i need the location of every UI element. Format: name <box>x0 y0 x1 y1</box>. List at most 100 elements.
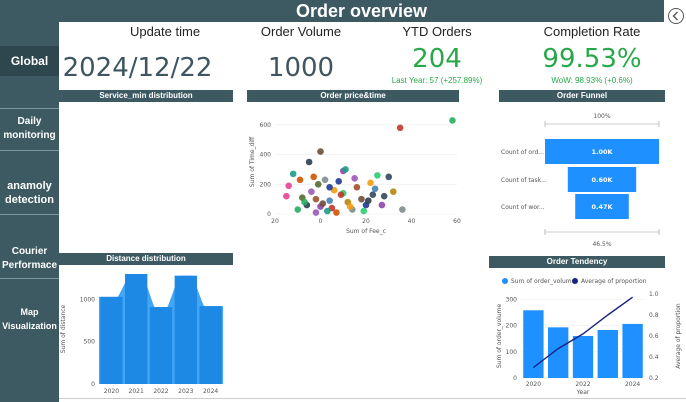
scatter-point <box>333 209 340 216</box>
kpi-update-time-value: 2024/12/22 <box>62 53 213 83</box>
tendency-y2-tick: 0.8 <box>649 312 659 319</box>
kpi-ytd-orders-comparison: Last Year: 57 (+257.89%) <box>391 76 483 85</box>
tendency-x-tick: 2024 <box>625 381 640 388</box>
scatter-point <box>346 203 354 210</box>
distance-bar <box>100 296 123 384</box>
tendency-bar <box>548 327 569 378</box>
scatter-x-tick: 0 <box>319 218 323 225</box>
scatter-point <box>294 206 302 213</box>
scatter-point <box>326 197 333 204</box>
kpi-order-volume-value: 1000 <box>267 53 335 83</box>
scatter-x-label: Sum of Fee_c <box>346 228 386 235</box>
tendency-y2-tick: 0.2 <box>649 375 659 382</box>
scatter-x-tick: 40 <box>408 218 416 225</box>
tendency-bar <box>622 323 643 378</box>
kpi-completion-rate-label: Completion Rate <box>543 24 641 39</box>
scatter-point <box>319 200 327 207</box>
scatter-x-tick: 20 <box>362 218 370 225</box>
distance-x-tick: 2020 <box>104 388 119 395</box>
tendency-y2-tick: 0.4 <box>649 354 659 361</box>
scatter-point <box>358 195 365 203</box>
order-funnel-chart: 100% 1.00K Count of ord... 0.60K Count of ta… <box>501 113 660 248</box>
order-price-time-scatter: 020040060020 0 20 40 60Sum of Fee_cSum of Ti… <box>249 117 461 235</box>
sidebar-item-daily-monitoring[interactable]: Daily monitoring <box>0 112 59 146</box>
sidebar-item-label: Global <box>10 54 49 68</box>
scatter-point <box>321 176 329 184</box>
scatter-point <box>367 179 374 187</box>
scatter-x-tick: 60 <box>453 218 461 225</box>
scatter-point <box>289 170 297 178</box>
tendency-y-tick: 100 <box>506 349 518 356</box>
sidebar-divider <box>0 278 59 279</box>
sidebar-divider <box>0 214 59 215</box>
funnel-top-label: 100% <box>593 113 610 120</box>
scatter-point <box>380 192 388 200</box>
tendency-y-label: Sum of order_volume <box>496 304 503 369</box>
sidebar-item-courier-performance[interactable]: Courier Performace <box>0 244 59 274</box>
distance-distribution-chart: 0 500 1000 Sum of distance 2020 2021 2022 2023 2… <box>60 274 223 395</box>
scatter-point <box>317 148 324 155</box>
tendency-x-tick: 2020 <box>526 381 541 388</box>
scatter-point <box>337 191 345 198</box>
scatter-point <box>310 173 317 181</box>
kpi-order-volume-label: Order Volume <box>260 24 342 39</box>
distance-x-tick: 2022 <box>153 388 168 395</box>
tendency-x-label: Year <box>576 389 590 396</box>
scatter-point <box>369 191 377 198</box>
distance-bar <box>149 307 173 384</box>
scatter-point <box>374 172 381 179</box>
sidebar-item-map-visualization[interactable]: Map Visualization <box>0 304 59 334</box>
distance-bar <box>125 274 148 384</box>
scatter-point <box>326 183 333 191</box>
kpi-ytd-orders-label: YTD Orders <box>402 24 472 39</box>
chevron-left-icon <box>672 11 678 21</box>
order-tendency-chart: Sum of order_volume Average of proportion… <box>496 278 682 396</box>
sidebar-item-label: anamoly detection <box>5 180 54 206</box>
tendency-y2-tick: 1.0 <box>649 291 659 298</box>
panel-title-service-min: Service_min distribution <box>59 90 233 102</box>
scatter-point <box>285 182 292 190</box>
kpi-completion-rate-comparison: WoW: 98.93% (+0.6%) <box>551 76 633 85</box>
scatter-point <box>312 209 320 216</box>
scatter-point <box>342 166 349 173</box>
scatter-point <box>399 206 406 213</box>
tendency-x-tick: 2022 <box>575 381 590 388</box>
panel-title-funnel: Order Funnel <box>499 90 665 102</box>
tendency-bar <box>572 336 594 378</box>
sidebar-divider <box>0 108 59 109</box>
bottom-divider <box>59 398 686 399</box>
back-button[interactable] <box>668 8 684 24</box>
scatter-y-tick: 0 <box>267 211 271 218</box>
scatter-point <box>283 192 290 200</box>
sidebar-item-global[interactable]: Global <box>0 46 59 76</box>
distance-x-tick: 2024 <box>203 388 218 395</box>
legend-label-proportion: Average of proportion <box>581 278 647 285</box>
scatter-y-label: Sum of Time_diff <box>249 136 256 187</box>
sidebar-item-label: Daily monitoring <box>3 116 56 141</box>
scatter-point <box>351 175 358 182</box>
scatter-point <box>335 178 342 185</box>
tendency-y2-label: Average of proportion <box>675 303 682 369</box>
kpi-update-time-label: Update time <box>129 24 201 39</box>
distance-x-tick: 2021 <box>129 388 144 395</box>
kpi-ytd-orders-value: 204 <box>412 44 462 74</box>
funnel-category-label: Count of ord... <box>501 149 544 156</box>
scatter-point <box>449 117 456 124</box>
legend-label-volume: Sum of order_volume <box>511 278 576 285</box>
scatter-point <box>390 188 397 196</box>
legend-swatch-proportion <box>572 278 578 284</box>
scatter-y-tick: 400 <box>260 152 272 159</box>
distance-x-tick: 2023 <box>178 388 193 395</box>
page-title: Order overview <box>59 0 664 22</box>
funnel-data-label: 0.60K <box>591 176 613 184</box>
distance-y-tick: 0 <box>91 381 95 388</box>
scatter-point <box>396 124 404 132</box>
scatter-point <box>312 195 320 203</box>
sidebar-item-anomaly-detection[interactable]: anamoly detection <box>0 176 59 210</box>
kpi-completion-rate-value: 99.53% <box>542 44 642 74</box>
scatter-point <box>324 207 331 215</box>
tendency-y2-tick: 0.6 <box>649 333 659 340</box>
scatter-point <box>364 197 372 204</box>
scatter-y-tick: 200 <box>260 181 272 188</box>
distance-y-tick: 1000 <box>80 296 95 303</box>
